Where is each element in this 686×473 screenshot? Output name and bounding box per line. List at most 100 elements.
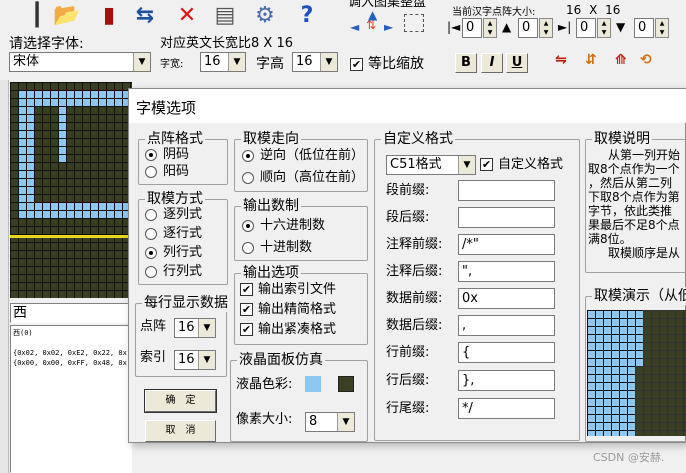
ok-button[interactable]: 确 定 bbox=[145, 390, 216, 412]
seg-suffix-field[interactable] bbox=[458, 207, 555, 228]
radio-icon[interactable] bbox=[145, 246, 157, 259]
decimal-radio[interactable]: 十进制数 bbox=[242, 240, 312, 256]
output-index-checkbox[interactable]: ✔ 输出索引文件 bbox=[240, 282, 336, 298]
radio-icon[interactable] bbox=[242, 219, 254, 232]
code-list[interactable]: 西(0) {0x02, 0x02, 0xE2, 0x22, 0x {0x00, … bbox=[10, 325, 132, 473]
char-height-select[interactable]: 16 ▼ bbox=[292, 52, 338, 72]
index-per-line-select[interactable]: 16 ▼ bbox=[174, 350, 216, 370]
radio-icon[interactable] bbox=[145, 208, 157, 221]
dot-format-negative-radio[interactable]: 阴码 bbox=[145, 147, 189, 163]
output-compact-checkbox[interactable]: ✔ 输出紧凑格式 bbox=[240, 322, 336, 338]
char-width-select[interactable]: 16 ▼ bbox=[200, 52, 246, 72]
line-suffix-field[interactable]: }, bbox=[458, 370, 555, 391]
radio-icon[interactable] bbox=[145, 148, 157, 161]
matrix-size-readout: 16 X 16 bbox=[566, 3, 620, 17]
settings-gear-icon[interactable]: ⚙ bbox=[248, 0, 282, 30]
direction-forward-radio[interactable]: 顺向（高位在前） bbox=[242, 170, 364, 186]
checkmark-icon[interactable]: ✔ bbox=[240, 323, 253, 336]
checkbox-label: 输出精简格式 bbox=[258, 302, 337, 317]
take-mode-colrow-radio[interactable]: 列行式 bbox=[145, 245, 202, 261]
editor-divider bbox=[10, 235, 132, 238]
arrow-right-icon[interactable]: ► bbox=[384, 20, 393, 34]
chevron-down-icon[interactable]: ▼ bbox=[198, 351, 215, 369]
spin-btn-4[interactable]: ▲ ▼ bbox=[655, 18, 669, 38]
watermark: CSDN @安赫. bbox=[593, 451, 665, 464]
dialog-titlebar[interactable]: 字模选项 bbox=[129, 89, 686, 123]
comment-prefix-field[interactable]: /*" bbox=[458, 234, 555, 255]
custom-format-checkbox[interactable]: ✔ 自定义格式 bbox=[480, 157, 563, 173]
radio-label: 十六进制数 bbox=[260, 218, 326, 233]
radio-icon[interactable] bbox=[242, 171, 254, 184]
dot-matrix-editor[interactable] bbox=[10, 82, 132, 298]
spin-btn-1[interactable]: ▲ ▼ bbox=[483, 18, 497, 38]
new-icon[interactable]: ┃ bbox=[20, 0, 54, 30]
chevron-down-icon[interactable]: ▼ bbox=[228, 53, 245, 71]
font-select[interactable]: 宋体 ▼ bbox=[9, 52, 151, 72]
checkmark-icon[interactable]: ✔ bbox=[240, 283, 253, 296]
dot-format-positive-radio[interactable]: 阳码 bbox=[145, 164, 189, 180]
spin-field-4[interactable]: 0 bbox=[634, 18, 654, 38]
prev-page-icon[interactable]: ▲ bbox=[502, 20, 511, 34]
direction-reverse-radio[interactable]: 逆向（低位在前） bbox=[242, 148, 364, 164]
line-end-field[interactable]: */ bbox=[458, 398, 555, 419]
underline-button[interactable]: U bbox=[506, 53, 528, 73]
spin-field-3[interactable]: 0 bbox=[576, 18, 596, 38]
line-prefix-field[interactable]: { bbox=[458, 342, 555, 363]
proportional-checkbox[interactable]: ✔ 等比缩放 bbox=[350, 53, 424, 73]
rotate-icon[interactable]: ⟲ bbox=[640, 52, 662, 72]
delete-icon[interactable]: ✕ bbox=[170, 0, 204, 30]
first-page-icon[interactable]: |◄ bbox=[447, 20, 460, 34]
spin-field-1[interactable]: 0 bbox=[462, 18, 482, 38]
chevron-down-icon[interactable]: ▼ bbox=[337, 413, 354, 431]
checkmark-icon[interactable]: ✔ bbox=[350, 57, 363, 71]
format-select[interactable]: C51格式 ▼ bbox=[386, 155, 476, 175]
take-mode-column-radio[interactable]: 逐列式 bbox=[145, 207, 202, 223]
cancel-button[interactable]: 取 消 bbox=[145, 420, 216, 442]
arrow-center-icon[interactable]: ⇅ bbox=[366, 18, 376, 32]
pixel-size-select[interactable]: 8 ▼ bbox=[305, 412, 355, 432]
last-page-icon[interactable]: ▼ bbox=[616, 20, 625, 34]
radio-icon[interactable] bbox=[145, 227, 157, 240]
open-folder-icon[interactable]: 📂 bbox=[50, 0, 84, 30]
take-mode-row-radio[interactable]: 逐行式 bbox=[145, 226, 202, 242]
radio-icon[interactable] bbox=[242, 149, 254, 162]
spin-btn-3[interactable]: ▲ ▼ bbox=[597, 18, 611, 38]
hex-radio[interactable]: 十六进制数 bbox=[242, 218, 325, 234]
document-icon[interactable]: ▤ bbox=[208, 0, 242, 30]
matrix-x: X bbox=[589, 3, 598, 17]
spin-field-2[interactable]: 0 bbox=[518, 18, 538, 38]
chevron-down-icon[interactable]: ▼ bbox=[320, 53, 337, 71]
data-suffix-field[interactable]: , bbox=[458, 315, 555, 336]
flip-icon[interactable]: ⟰ bbox=[615, 52, 637, 72]
arrow-left-icon[interactable]: ◄ bbox=[350, 20, 359, 34]
chevron-down-icon[interactable]: ▼ bbox=[198, 319, 215, 337]
radio-icon[interactable] bbox=[145, 165, 157, 178]
select-area-icon[interactable] bbox=[404, 14, 424, 32]
dots-per-line-select[interactable]: 16 ▼ bbox=[174, 318, 216, 338]
bold-button[interactable]: B bbox=[455, 53, 477, 73]
toolbar-partial-label-2: 当前汉字点阵大小: bbox=[452, 7, 536, 18]
radio-icon[interactable] bbox=[145, 265, 157, 278]
spin-btn-2[interactable]: ▲ ▼ bbox=[539, 18, 553, 38]
chevron-down-icon[interactable]: ▼ bbox=[458, 156, 475, 174]
custom-format-clip: ✔ 自定义格式 bbox=[480, 155, 578, 175]
mirror-h-icon[interactable]: ⇋ bbox=[555, 52, 577, 72]
next-page-icon[interactable]: ►| bbox=[558, 20, 571, 34]
current-char-field[interactable]: 西 bbox=[10, 303, 132, 323]
italic-button[interactable]: I bbox=[481, 53, 503, 73]
save-icon[interactable]: ▮ bbox=[92, 0, 126, 30]
chevron-down-icon[interactable]: ▼ bbox=[133, 53, 150, 71]
checkmark-icon[interactable]: ✔ bbox=[480, 158, 493, 171]
lcd-color-dark-swatch[interactable] bbox=[338, 376, 354, 392]
export-icon[interactable]: ⇆ bbox=[128, 0, 162, 30]
lcd-color-light-swatch[interactable] bbox=[305, 376, 321, 392]
take-mode-rowcol-radio[interactable]: 行列式 bbox=[145, 264, 202, 280]
radio-icon[interactable] bbox=[242, 241, 254, 254]
comment-suffix-field[interactable]: ", bbox=[458, 261, 555, 282]
output-simple-checkbox[interactable]: ✔ 输出精简格式 bbox=[240, 302, 336, 318]
help-icon[interactable]: ? bbox=[290, 0, 324, 30]
mirror-v-icon[interactable]: ⇵ bbox=[585, 52, 607, 72]
data-prefix-field[interactable]: 0x bbox=[458, 288, 555, 309]
seg-prefix-field[interactable] bbox=[458, 180, 555, 201]
checkmark-icon[interactable]: ✔ bbox=[240, 303, 253, 316]
